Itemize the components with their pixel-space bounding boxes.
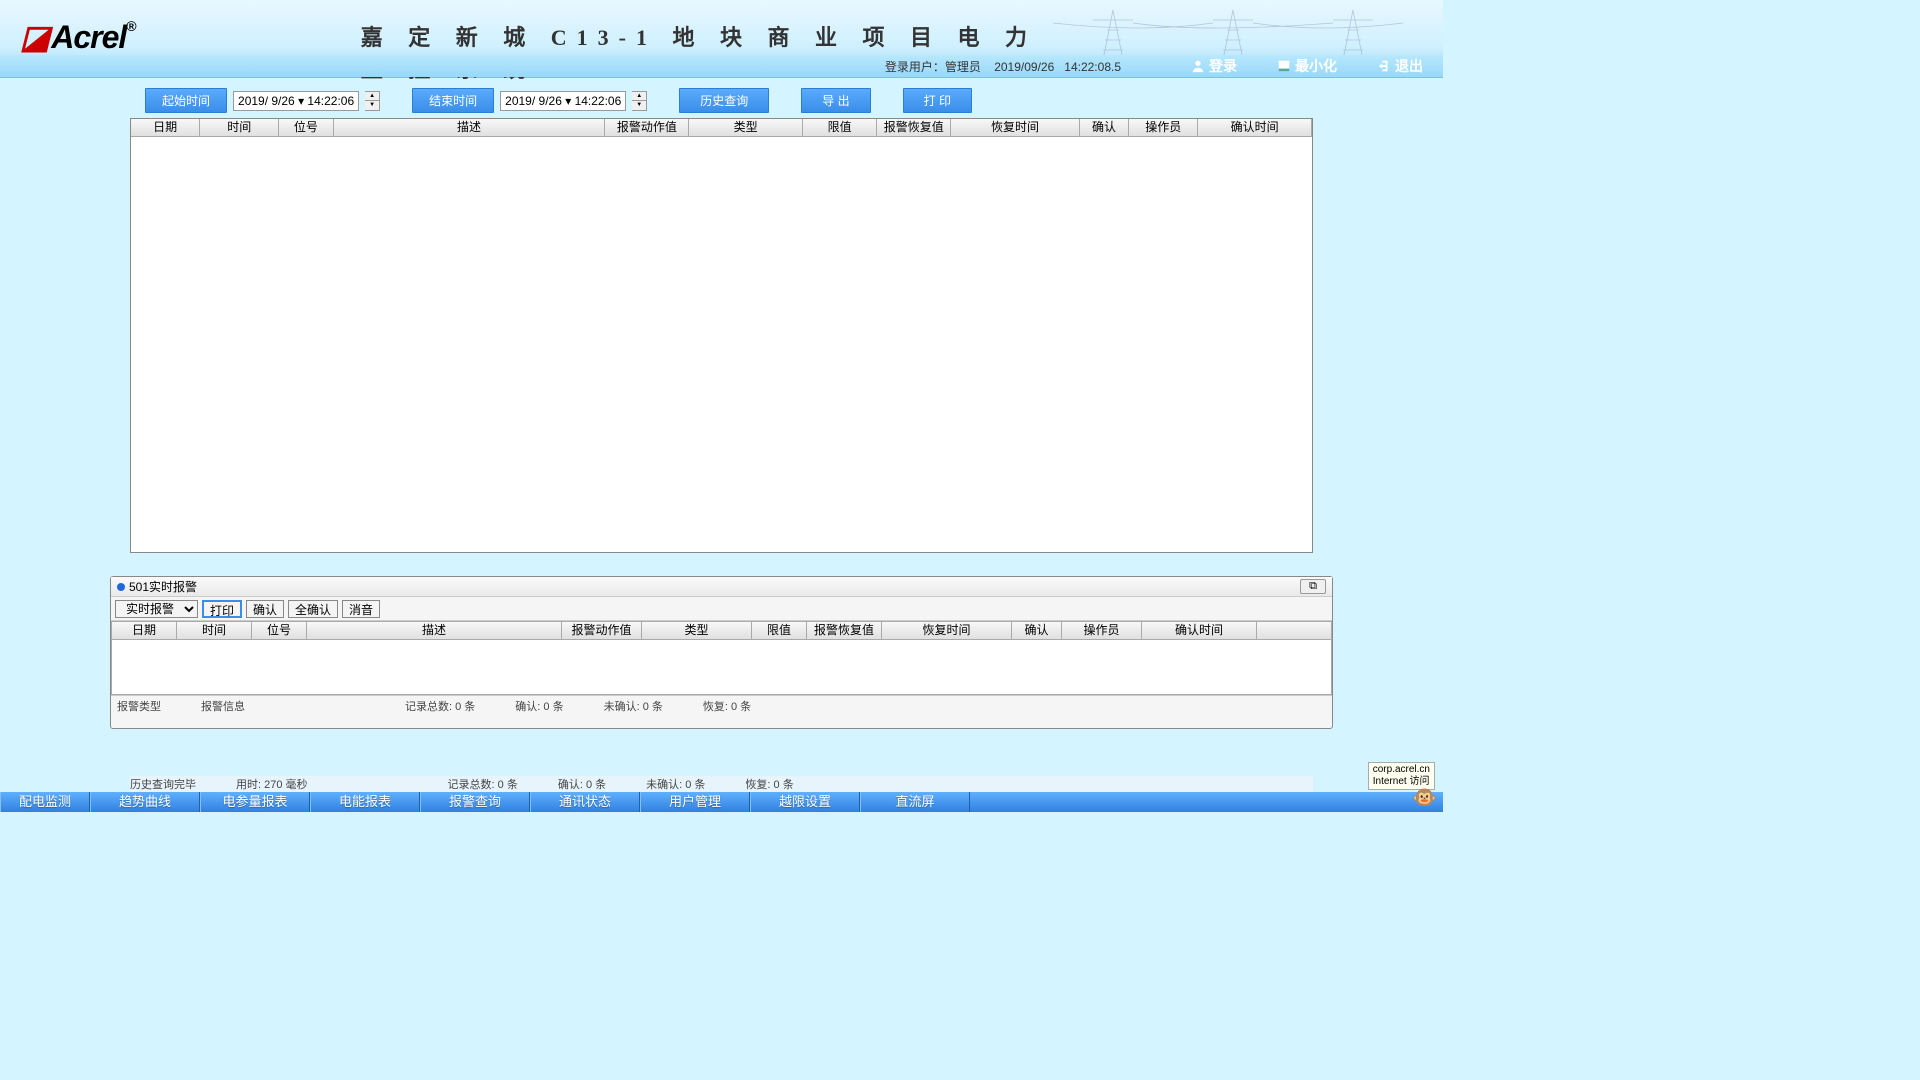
footer-ack: 确认: 0 条 bbox=[515, 698, 563, 711]
panel-grid-col-header[interactable]: 描述 bbox=[307, 622, 562, 639]
minimize-icon bbox=[1277, 59, 1291, 73]
end-time-spinner[interactable]: ▲▼ bbox=[632, 91, 647, 111]
tower-decoration bbox=[1053, 5, 1403, 60]
grid-col-header[interactable]: 时间 bbox=[200, 119, 279, 136]
status-total: 记录总数: 0 条 bbox=[448, 776, 518, 792]
start-time-label: 起始时间 bbox=[145, 88, 227, 113]
history-grid: 日期时间位号描述报警动作值类型限值报警恢复值恢复时间确认操作员确认时间 bbox=[130, 118, 1313, 553]
grid-header: 日期时间位号描述报警动作值类型限值报警恢复值恢复时间确认操作员确认时间 bbox=[131, 119, 1312, 137]
grid-col-header[interactable]: 日期 bbox=[131, 119, 200, 136]
grid-col-header[interactable]: 报警恢复值 bbox=[877, 119, 951, 136]
nav-item[interactable]: 报警查询 bbox=[420, 792, 530, 812]
nav-item[interactable]: 配电监测 bbox=[0, 792, 90, 812]
nav-item[interactable]: 直流屏 bbox=[860, 792, 970, 812]
grid-col-header[interactable]: 确认时间 bbox=[1198, 119, 1312, 136]
footer-total: 记录总数: 0 条 bbox=[405, 698, 475, 711]
nav-item[interactable]: 越限设置 bbox=[750, 792, 860, 812]
panel-grid-col-header[interactable]: 限值 bbox=[752, 622, 807, 639]
print-button[interactable]: 打 印 bbox=[903, 88, 972, 113]
nav-item[interactable]: 电能报表 bbox=[310, 792, 420, 812]
panel-toolbar: 实时报警 打印 确认 全确认 消音 bbox=[111, 597, 1332, 621]
panel-ack-button[interactable]: 确认 bbox=[246, 600, 284, 618]
minimize-button[interactable]: 最小化 bbox=[1267, 56, 1347, 76]
panel-grid-col-header[interactable]: 确认时间 bbox=[1142, 622, 1257, 639]
user-icon bbox=[1191, 59, 1205, 73]
panel-title-text: 501实时报警 bbox=[129, 578, 197, 595]
panel-grid-col-header[interactable]: 位号 bbox=[252, 622, 307, 639]
logo-icon: ◪ bbox=[20, 19, 49, 55]
panel-grid: 日期时间位号描述报警动作值类型限值报警恢复值恢复时间确认操作员确认时间 bbox=[111, 621, 1332, 695]
realtime-alarm-panel: 501实时报警 ⧉ 实时报警 打印 确认 全确认 消音 日期时间位号描述报警动作… bbox=[110, 576, 1333, 729]
logo-text: Acrel bbox=[51, 19, 126, 55]
panel-grid-col-header[interactable]: 报警恢复值 bbox=[807, 622, 882, 639]
panel-grid-col-header[interactable]: 恢复时间 bbox=[882, 622, 1012, 639]
panel-grid-col-header[interactable]: 操作员 bbox=[1062, 622, 1142, 639]
panel-print-button[interactable]: 打印 bbox=[202, 600, 242, 618]
query-toolbar: 起始时间 2019/ 9/26 ▾ 14:22:06 ▲▼ 结束时间 2019/… bbox=[145, 88, 1313, 113]
grid-col-header[interactable]: 位号 bbox=[279, 119, 333, 136]
panel-grid-col-header[interactable]: 日期 bbox=[112, 622, 177, 639]
grid-col-header[interactable]: 描述 bbox=[334, 119, 606, 136]
status-ack: 确认: 0 条 bbox=[558, 776, 606, 792]
grid-col-header[interactable]: 限值 bbox=[803, 119, 877, 136]
panel-titlebar: 501实时报警 ⧉ bbox=[111, 577, 1332, 597]
user-status: 登录用户：管理员 2019/09/26 14:22:08.5 bbox=[885, 58, 1121, 75]
login-button[interactable]: 登录 bbox=[1181, 56, 1247, 76]
panel-mute-button[interactable]: 消音 bbox=[342, 600, 380, 618]
status-unack: 未确认: 0 条 bbox=[646, 776, 705, 792]
nav-item[interactable]: 用户管理 bbox=[640, 792, 750, 812]
status-done: 历史查询完毕 bbox=[130, 776, 196, 792]
panel-grid-col-header[interactable]: 类型 bbox=[642, 622, 752, 639]
status-bar: 历史查询完毕 用时: 270 毫秒 记录总数: 0 条 确认: 0 条 未确认:… bbox=[130, 776, 1313, 792]
panel-close-button[interactable]: ⧉ bbox=[1300, 579, 1326, 594]
end-time-input[interactable]: 2019/ 9/26 ▾ 14:22:06 bbox=[500, 91, 626, 111]
start-time-input[interactable]: 2019/ 9/26 ▾ 14:22:06 bbox=[233, 91, 359, 111]
nav-item[interactable]: 趋势曲线 bbox=[90, 792, 200, 812]
mascot-icon: 🐵 bbox=[1412, 785, 1437, 810]
export-button[interactable]: 导 出 bbox=[801, 88, 870, 113]
end-time-label: 结束时间 bbox=[412, 88, 494, 113]
start-time-spinner[interactable]: ▲▼ bbox=[365, 91, 380, 111]
panel-footer: 报警类型 报警信息 记录总数: 0 条 确认: 0 条 未确认: 0 条 恢复:… bbox=[111, 695, 1332, 713]
header: ◪Acrel® 嘉 定 新 城 C13-1 地 块 商 业 项 目 电 力 监 … bbox=[0, 0, 1443, 78]
status-recover: 恢复: 0 条 bbox=[745, 776, 793, 792]
user-info-bar: 登录用户：管理员 2019/09/26 14:22:08.5 登录 最小化 退出 bbox=[0, 55, 1443, 77]
exit-button[interactable]: 退出 bbox=[1367, 56, 1433, 76]
footer-unack: 未确认: 0 条 bbox=[604, 698, 663, 711]
panel-icon bbox=[117, 583, 125, 591]
panel-grid-col-header[interactable]: 时间 bbox=[177, 622, 252, 639]
panel-grid-header: 日期时间位号描述报警动作值类型限值报警恢复值恢复时间确认操作员确认时间 bbox=[112, 622, 1331, 640]
nav-item[interactable]: 通讯状态 bbox=[530, 792, 640, 812]
grid-col-header[interactable]: 类型 bbox=[689, 119, 803, 136]
grid-col-header[interactable]: 报警动作值 bbox=[605, 119, 689, 136]
status-elapsed: 用时: 270 毫秒 bbox=[236, 776, 308, 792]
panel-grid-col-header[interactable]: 报警动作值 bbox=[562, 622, 642, 639]
alarm-type-select[interactable]: 实时报警 bbox=[115, 600, 198, 618]
logo: ◪Acrel® bbox=[20, 18, 136, 56]
footer-recover: 恢复: 0 条 bbox=[703, 698, 751, 711]
grid-col-header[interactable]: 确认 bbox=[1080, 119, 1129, 136]
bottom-nav: 配电监测趋势曲线电参量报表电能报表报警查询通讯状态用户管理越限设置直流屏 bbox=[0, 792, 1443, 812]
history-query-button[interactable]: 历史查询 bbox=[679, 88, 769, 113]
registered-icon: ® bbox=[126, 18, 135, 34]
exit-icon bbox=[1377, 59, 1391, 73]
footer-alarm-type: 报警类型 bbox=[117, 698, 161, 711]
panel-ackall-button[interactable]: 全确认 bbox=[288, 600, 338, 618]
footer-alarm-info: 报警信息 bbox=[201, 698, 245, 711]
panel-grid-col-header[interactable]: 确认 bbox=[1012, 622, 1062, 639]
nav-item[interactable]: 电参量报表 bbox=[200, 792, 310, 812]
grid-col-header[interactable]: 操作员 bbox=[1129, 119, 1198, 136]
grid-col-header[interactable]: 恢复时间 bbox=[951, 119, 1079, 136]
